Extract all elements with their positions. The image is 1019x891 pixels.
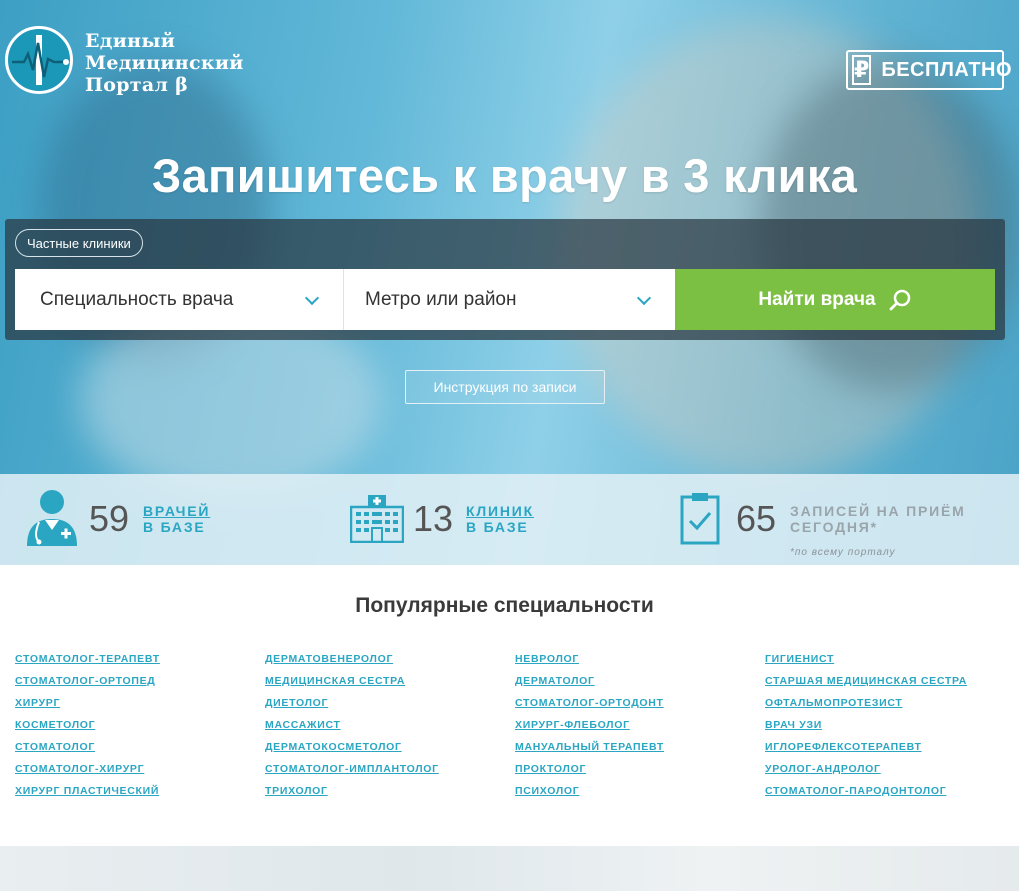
specialty-link[interactable]: дерматокосметолог bbox=[265, 740, 439, 762]
booking-instructions-button[interactable]: Инструкция по записи bbox=[405, 370, 605, 404]
specialty-link[interactable]: трихолог bbox=[265, 784, 439, 806]
specialty-link[interactable]: мануальный терапевт bbox=[515, 740, 664, 762]
hospital-icon bbox=[350, 495, 404, 543]
specialty-link[interactable]: диетолог bbox=[265, 696, 439, 718]
specialty-link[interactable]: косметолог bbox=[15, 718, 160, 740]
logo-line-2: Медицинский bbox=[85, 52, 244, 74]
specialty-select[interactable]: Специальность врача bbox=[15, 269, 344, 330]
appointments-caption-2: СЕГОДНЯ* bbox=[790, 519, 878, 535]
free-badge: ₽ БЕСПЛАТНО bbox=[846, 50, 1012, 90]
specialty-select-label: Специальность врача bbox=[40, 288, 234, 310]
specialty-column-2: дерматовенеролог медицинская сестра диет… bbox=[265, 652, 439, 806]
free-badge-label: БЕСПЛАТНО bbox=[881, 58, 1013, 81]
specialty-link[interactable]: офтальмопротезист bbox=[765, 696, 967, 718]
specialty-link[interactable]: стоматолог-терапевт bbox=[15, 652, 160, 674]
specialty-link[interactable]: врач узи bbox=[765, 718, 967, 740]
specialty-link[interactable]: медицинская сестра bbox=[265, 674, 439, 696]
specialty-link[interactable]: уролог-андролог bbox=[765, 762, 967, 784]
specialty-link[interactable]: дерматовенеролог bbox=[265, 652, 439, 674]
appointments-footnote: *по всему порталу bbox=[790, 547, 896, 558]
ruble-icon: ₽ bbox=[852, 55, 872, 85]
appointments-caption-1: ЗАПИСЕЙ НА ПРИЁМ bbox=[790, 503, 966, 519]
stats-bar: 59 ВРАЧЕЙ В БАЗЕ 13 КЛИНИК В БАЗЕ 65 ЗАП… bbox=[0, 474, 1019, 565]
chevron-down-icon bbox=[636, 290, 652, 306]
logo-line-1: Единый bbox=[85, 30, 176, 52]
clinics-link[interactable]: КЛИНИК bbox=[466, 503, 534, 519]
search-icon bbox=[889, 289, 910, 310]
specialty-link[interactable]: иглорефлексотерапевт bbox=[765, 740, 967, 762]
doctor-icon bbox=[27, 490, 77, 546]
specialty-link[interactable]: стоматолог-ортодонт bbox=[515, 696, 664, 718]
specialty-link[interactable]: стоматолог bbox=[15, 740, 160, 762]
specialty-link[interactable]: гигиенист bbox=[765, 652, 967, 674]
specialty-link[interactable]: хирург пластический bbox=[15, 784, 160, 806]
stat-clinics: 13 КЛИНИК В БАЗЕ bbox=[340, 474, 670, 565]
appointments-count: 65 bbox=[736, 498, 777, 539]
location-select-label: Метро или район bbox=[365, 288, 517, 310]
specialty-column-1: стоматолог-терапевт стоматолог-ортопед х… bbox=[15, 652, 160, 806]
specialty-link[interactable]: невролог bbox=[515, 652, 664, 674]
site-logo[interactable]: Единый Медицинский Портал β bbox=[5, 26, 265, 96]
specialty-link[interactable]: психолог bbox=[515, 784, 664, 806]
specialty-link[interactable]: массажист bbox=[265, 718, 439, 740]
find-doctor-button[interactable]: Найти врача bbox=[675, 269, 995, 330]
popular-specialties-title: Популярные специальности bbox=[355, 594, 654, 617]
doctors-link[interactable]: ВРАЧЕЙ bbox=[143, 503, 210, 519]
logo-line-3: Портал β bbox=[85, 74, 189, 96]
specialty-link[interactable]: проктолог bbox=[515, 762, 664, 784]
specialty-link[interactable]: хирург bbox=[15, 696, 160, 718]
location-select[interactable]: Метро или район bbox=[344, 269, 675, 330]
specialty-link[interactable]: старшая медицинская сестра bbox=[765, 674, 967, 696]
logo-text: Единый Медицинский Портал β bbox=[85, 30, 244, 96]
logo-heartbeat-icon bbox=[5, 26, 73, 94]
chevron-down-icon bbox=[304, 290, 320, 306]
search-panel: Частные клиники Специальность врача Метр… bbox=[5, 219, 1005, 340]
clinics-count: 13 bbox=[413, 498, 454, 539]
next-section-banner bbox=[0, 846, 1019, 891]
page-headline: Запишитесь к врачу в 3 клика bbox=[151, 149, 858, 202]
stat-doctors: 59 ВРАЧЕЙ В БАЗЕ bbox=[0, 474, 330, 565]
specialty-link[interactable]: стоматолог-имплантолог bbox=[265, 762, 439, 784]
specialty-link[interactable]: хирург-флеболог bbox=[515, 718, 664, 740]
specialty-link[interactable]: стоматолог-хирург bbox=[15, 762, 160, 784]
clipboard-check-icon bbox=[680, 493, 720, 545]
private-clinics-toggle[interactable]: Частные клиники bbox=[15, 229, 143, 257]
specialty-link[interactable]: стоматолог-ортопед bbox=[15, 674, 160, 696]
doctors-caption: В БАЗЕ bbox=[143, 519, 206, 535]
doctors-count: 59 bbox=[89, 498, 130, 539]
clinics-caption: В БАЗЕ bbox=[466, 519, 529, 535]
specialty-column-4: гигиенист старшая медицинская сестра офт… bbox=[765, 652, 967, 806]
specialty-link[interactable]: стоматолог-пародонтолог bbox=[765, 784, 967, 806]
specialty-link[interactable]: дерматолог bbox=[515, 674, 664, 696]
specialty-column-3: невролог дерматолог стоматолог-ортодонт … bbox=[515, 652, 664, 806]
stat-appointments: 65 ЗАПИСЕЙ НА ПРИЁМ СЕГОДНЯ* *по всему п… bbox=[680, 474, 1019, 565]
find-doctor-label: Найти врача bbox=[758, 288, 876, 310]
